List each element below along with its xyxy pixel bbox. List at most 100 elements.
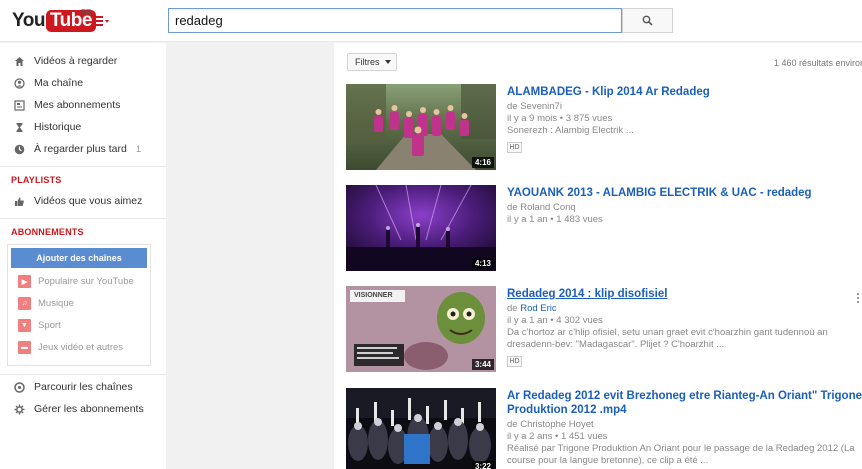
search-result-item[interactable]: VISIONNER 3:44 Redadeg 2014 : klip disof…: [346, 286, 862, 376]
sidebar-item-what-to-watch[interactable]: Vidéos à regarder: [0, 51, 166, 71]
video-thumbnail[interactable]: VISIONNER 3:44: [346, 286, 496, 372]
sidebar-item-label: Mes abonnements: [34, 99, 121, 111]
sidebar-item-label: Vidéos que vous aimez: [34, 195, 143, 207]
by-label: de: [507, 419, 518, 430]
video-channel: de Sevenin7i: [507, 101, 562, 112]
chevron-down-icon: [384, 60, 391, 64]
sidebar-item-watch-later[interactable]: À regarder plus tard 1: [0, 139, 166, 159]
results-count: 1 460 résultats environ: [774, 58, 862, 68]
hd-badge: HD: [507, 356, 522, 367]
playlists-section-title[interactable]: PLAYLISTS: [11, 175, 61, 185]
thumbnail-overlay-text: VISIONNER: [354, 292, 393, 299]
video-channel: de Christophe Hoyet: [507, 419, 594, 430]
title-line: Produktion 2012 .mp4: [507, 404, 627, 416]
sidebar-item-label: Ma chaîne: [34, 77, 84, 89]
by-label: de: [507, 202, 518, 213]
filters-label: Filtres: [355, 57, 380, 67]
video-description: Sonerezh : Alambig Electrik ...: [507, 125, 634, 136]
sidebar-item-my-channel[interactable]: Ma chaîne: [0, 73, 166, 93]
video-channel: de Roland Conq: [507, 202, 576, 213]
hourglass-icon: [13, 121, 25, 133]
sidebar-item-history[interactable]: Historique: [0, 117, 166, 137]
video-age: il y a 2 ans: [507, 431, 553, 442]
video-thumbnail[interactable]: 4:13: [346, 185, 496, 271]
sidebar-item-liked-videos[interactable]: Vidéos que vous aimez: [0, 191, 166, 211]
sidebar-item-subscriptions[interactable]: Mes abonnements: [0, 95, 166, 115]
channel-link[interactable]: Rod Eric: [520, 303, 556, 314]
search-result-item[interactable]: 3:22 Ar Redadeg 2012 evit Brezhoneg etre…: [346, 388, 862, 469]
video-stats: il y a 9 mois • 3 875 vues: [507, 113, 613, 124]
sidebar-item-label: À regarder plus tard: [34, 143, 127, 155]
video-duration: 4:16: [471, 157, 494, 168]
channel-link[interactable]: Roland Conq: [520, 202, 575, 213]
video-title-link[interactable]: YAOUANK 2013 - ALAMBIG ELECTRIK & UAC - …: [507, 186, 862, 200]
view-count: 1 483 vues: [556, 214, 603, 225]
video-stats: il y a 2 ans • 1 451 vues: [507, 431, 608, 442]
search-result-item[interactable]: 4:13 YAOUANK 2013 - ALAMBIG ELECTRIK & U…: [346, 185, 862, 275]
video-duration: 3:44: [471, 359, 494, 370]
video-channel: de Rod Eric: [507, 303, 557, 314]
music-icon: ♫: [18, 297, 31, 310]
user-icon: [13, 77, 25, 89]
more-options-icon[interactable]: [857, 293, 860, 305]
search-button[interactable]: [622, 8, 673, 33]
description-line: dresadenn-bev: "Madagascar". Plijet ? C'…: [507, 339, 725, 350]
channel-item-gaming[interactable]: ▬ Jeux vidéo et autres: [8, 338, 150, 358]
guide-menu-icon[interactable]: [92, 14, 110, 28]
channel-link[interactable]: Christophe Hoyet: [520, 419, 593, 430]
video-stats: il y a 1 an • 1 483 vues: [507, 214, 603, 225]
thumbnail-image-crowd: [346, 388, 496, 469]
channel-item-sport[interactable]: ▼ Sport: [8, 316, 150, 336]
subscriptions-icon: [13, 99, 25, 111]
video-title-link[interactable]: ALAMBADEG - Klip 2014 Ar Redadeg: [507, 85, 862, 99]
channel-item-label: Musique: [38, 298, 74, 309]
gear-icon: [13, 403, 25, 415]
add-channels-button[interactable]: Ajouter des chaînes: [11, 248, 147, 268]
by-label: de: [507, 101, 518, 112]
sidebar-divider: [0, 374, 166, 375]
channel-item-label: Sport: [38, 320, 61, 331]
video-age: il y a 9 mois: [507, 113, 558, 124]
by-label: de: [507, 303, 518, 314]
sidebar-divider: [0, 218, 166, 219]
video-thumbnail[interactable]: 3:22: [346, 388, 496, 469]
channel-link[interactable]: Sevenin7i: [520, 101, 562, 112]
video-description: Da c'hortoz ar c'hlip ofisiel, setu unan…: [507, 327, 862, 351]
video-description: Réalisé par Trigone Produktion An Oriant…: [507, 443, 862, 467]
watch-later-count: 1: [136, 144, 142, 154]
description-line: Réalisé par Trigone Produktion An Oriant…: [507, 443, 855, 454]
hd-badge: HD: [507, 142, 522, 153]
view-count: 3 875 vues: [565, 113, 613, 124]
youtube-logo[interactable]: You Tube FR: [12, 8, 96, 33]
channel-item-popular[interactable]: ▶ Populaire sur YouTube: [8, 272, 150, 292]
video-age: il y a 1 an: [507, 214, 548, 225]
video-thumbnail[interactable]: 4:16: [346, 84, 496, 170]
popular-icon: ▶: [18, 275, 31, 288]
sidebar-item-label: Vidéos à regarder: [34, 55, 118, 67]
sidebar-item-browse-channels[interactable]: Parcourir les chaînes: [0, 377, 166, 397]
browse-channels-icon: [13, 381, 25, 393]
video-stats: il y a 1 an • 4 302 vues: [507, 315, 603, 326]
subscriptions-section-title[interactable]: ABONNEMENTS: [11, 227, 84, 237]
description-line: course pour la langue bretonne), ce clip…: [507, 455, 709, 466]
video-duration: 4:13: [471, 258, 494, 269]
thumbs-up-icon: [13, 195, 25, 207]
search-input[interactable]: [168, 8, 622, 33]
home-icon: [13, 55, 25, 67]
masthead: You Tube FR: [0, 0, 862, 42]
view-count: 4 302 vues: [556, 315, 603, 326]
sport-icon: ▼: [18, 319, 31, 332]
channel-item-label: Jeux vidéo et autres: [38, 342, 124, 353]
sidebar-item-label: Historique: [34, 121, 82, 133]
video-duration: 3:22: [471, 461, 494, 469]
video-title-link[interactable]: Redadeg 2014 : klip disofisiel: [507, 287, 862, 301]
logo-you-text: You: [12, 10, 45, 31]
video-title-link[interactable]: Ar Redadeg 2012 evit Brezhoneg etre Rian…: [507, 389, 862, 417]
channel-item-music[interactable]: ♫ Musique: [8, 294, 150, 314]
search-results-panel: Filtres 1 460 résultats environ 4:16 ALA…: [334, 43, 862, 469]
filters-button[interactable]: Filtres: [347, 53, 397, 71]
search-result-item[interactable]: 4:16 ALAMBADEG - Klip 2014 Ar Redadeg de…: [346, 84, 862, 174]
guide-sidebar: Vidéos à regarder Ma chaîne Mes abonneme…: [0, 43, 166, 469]
sidebar-item-manage-subscriptions[interactable]: Gérer les abonnements: [0, 399, 166, 419]
description-line: Da c'hortoz ar c'hlip ofisiel, setu unan…: [507, 327, 828, 338]
